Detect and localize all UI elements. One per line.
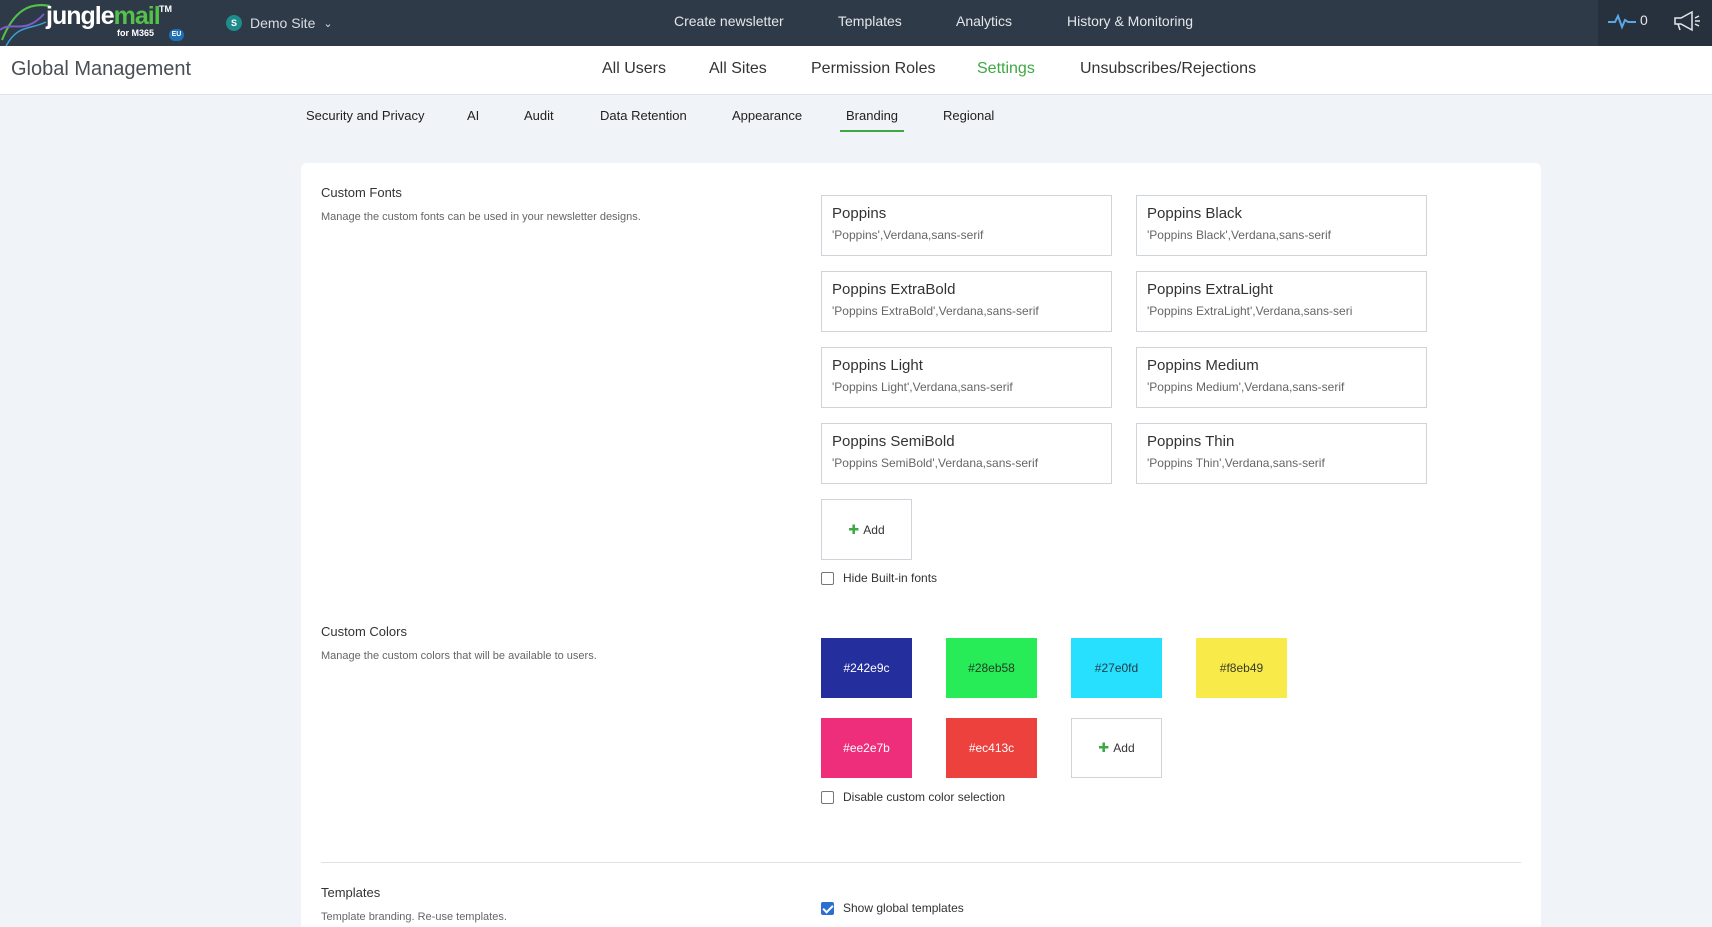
custom-colors-description: Manage the custom colors that will be av… — [321, 650, 597, 662]
subnav-settings[interactable]: Settings — [977, 60, 1035, 78]
font-stack: 'Poppins Black',Verdana,sans-serif — [1147, 228, 1332, 242]
hide-builtin-fonts-label: Hide Built-in fonts — [843, 571, 938, 585]
show-global-templates-checkbox[interactable] — [821, 901, 834, 915]
hide-builtin-fonts-checkbox[interactable] — [821, 571, 834, 585]
logo-trademark: TM — [159, 4, 172, 14]
font-stack: 'Poppins Thin',Verdana,sans-serif — [1147, 456, 1325, 470]
nav-history-monitoring[interactable]: History & Monitoring — [1067, 0, 1193, 42]
font-card-poppins-extralight[interactable]: Poppins ExtraLight 'Poppins ExtraLight',… — [1136, 271, 1427, 332]
font-name: Poppins ExtraBold — [832, 281, 956, 298]
hide-builtin-fonts-option[interactable]: Hide Built-in fonts — [821, 571, 937, 585]
font-card-poppins-black[interactable]: Poppins Black 'Poppins Black',Verdana,sa… — [1136, 195, 1427, 256]
font-name: Poppins — [832, 205, 887, 222]
page-title: Global Management — [11, 58, 192, 80]
nav-templates[interactable]: Templates — [838, 0, 902, 42]
font-card-poppins-thin[interactable]: Poppins Thin 'Poppins Thin',Verdana,sans… — [1136, 423, 1427, 484]
logo-wordmark: junglemail — [46, 2, 161, 30]
color-swatch[interactable]: #27e0fd — [1071, 638, 1162, 698]
subnav-all-users[interactable]: All Users — [602, 60, 666, 78]
logo-subtitle: for M365 — [117, 28, 155, 38]
font-stack: 'Poppins SemiBold',Verdana,sans-serif — [832, 456, 1039, 470]
custom-colors-title: Custom Colors — [321, 624, 407, 639]
disable-custom-colors-label: Disable custom color selection — [843, 790, 1006, 804]
font-name: Poppins Thin — [1147, 433, 1235, 450]
font-name: Poppins ExtraLight — [1147, 281, 1273, 298]
color-swatch[interactable]: #ee2e7b — [821, 718, 912, 778]
color-swatch[interactable]: #28eb58 — [946, 638, 1037, 698]
show-global-templates-label: Show global templates — [843, 901, 964, 915]
site-switcher[interactable]: S Demo Site ⌄ — [226, 12, 333, 34]
custom-fonts-title: Custom Fonts — [321, 185, 402, 200]
disable-custom-colors-option[interactable]: Disable custom color selection — [821, 790, 1005, 804]
add-color-button[interactable]: ✚ Add — [1071, 718, 1162, 778]
add-color-label: Add — [1113, 741, 1135, 755]
megaphone-icon[interactable] — [1672, 10, 1702, 32]
tab-data-retention[interactable]: Data Retention — [600, 108, 687, 123]
font-name: Poppins Medium — [1147, 357, 1259, 374]
show-global-templates-option[interactable]: Show global templates — [821, 901, 964, 915]
subnav-unsubscribes-rejections[interactable]: Unsubscribes/Rejections — [1080, 60, 1256, 78]
plus-icon: ✚ — [1098, 740, 1110, 755]
subnav-all-sites[interactable]: All Sites — [709, 60, 767, 78]
section-divider — [321, 862, 1521, 863]
subnav-permission-roles[interactable]: Permission Roles — [811, 60, 935, 78]
disable-custom-colors-checkbox[interactable] — [821, 790, 834, 804]
custom-fonts-description: Manage the custom fonts can be used in y… — [321, 211, 641, 223]
font-card-poppins-light[interactable]: Poppins Light 'Poppins Light',Verdana,sa… — [821, 347, 1112, 408]
font-stack: 'Poppins ExtraBold',Verdana,sans-serif — [832, 304, 1039, 318]
font-card-poppins-semibold[interactable]: Poppins SemiBold 'Poppins SemiBold',Verd… — [821, 423, 1112, 484]
add-font-button[interactable]: ✚ Add — [821, 499, 912, 560]
color-swatch[interactable]: #242e9c — [821, 638, 912, 698]
tab-security-and-privacy[interactable]: Security and Privacy — [306, 108, 425, 123]
font-stack: 'Poppins Light',Verdana,sans-serif — [832, 380, 1013, 394]
activity-pulse-icon[interactable] — [1608, 12, 1636, 30]
tab-ai[interactable]: AI — [467, 108, 479, 123]
nav-analytics[interactable]: Analytics — [956, 0, 1012, 42]
tab-audit[interactable]: Audit — [524, 108, 554, 123]
color-swatch[interactable]: #ec413c — [946, 718, 1037, 778]
templates-description: Template branding. Re-use templates. — [321, 911, 507, 923]
font-name: Poppins Light — [832, 357, 923, 374]
tab-branding[interactable]: Branding — [846, 108, 898, 123]
add-font-label: Add — [863, 522, 885, 537]
font-card-poppins[interactable]: Poppins 'Poppins',Verdana,sans-serif — [821, 195, 1112, 256]
templates-title: Templates — [321, 885, 381, 900]
chevron-down-icon: ⌄ — [323, 17, 333, 30]
font-stack: 'Poppins Medium',Verdana,sans-serif — [1147, 380, 1345, 394]
font-name: Poppins SemiBold — [832, 433, 955, 450]
font-stack: 'Poppins ExtraLight',Verdana,sans-seri — [1147, 304, 1353, 318]
font-card-poppins-extrabold[interactable]: Poppins ExtraBold 'Poppins ExtraBold',Ve… — [821, 271, 1112, 332]
font-stack: 'Poppins',Verdana,sans-serif — [832, 228, 984, 242]
activity-count: 0 — [1640, 12, 1648, 28]
tab-regional[interactable]: Regional — [943, 108, 994, 123]
plus-icon: ✚ — [848, 521, 860, 537]
sub-header: Global Management All Users All Sites Pe… — [0, 46, 1712, 95]
nav-create-newsletter[interactable]: Create newsletter — [674, 0, 784, 42]
font-name: Poppins Black — [1147, 205, 1243, 222]
tab-appearance[interactable]: Appearance — [732, 108, 802, 123]
color-swatch[interactable]: #f8eb49 — [1196, 638, 1287, 698]
junglemail-logo[interactable]: junglemail TM for M365 EU — [0, 0, 190, 46]
region-badge: EU — [169, 29, 184, 41]
sharepoint-site-icon: S — [226, 15, 242, 31]
active-tab-indicator — [840, 130, 904, 132]
site-switcher-label: Demo Site — [250, 15, 316, 31]
font-card-poppins-medium[interactable]: Poppins Medium 'Poppins Medium',Verdana,… — [1136, 347, 1427, 408]
